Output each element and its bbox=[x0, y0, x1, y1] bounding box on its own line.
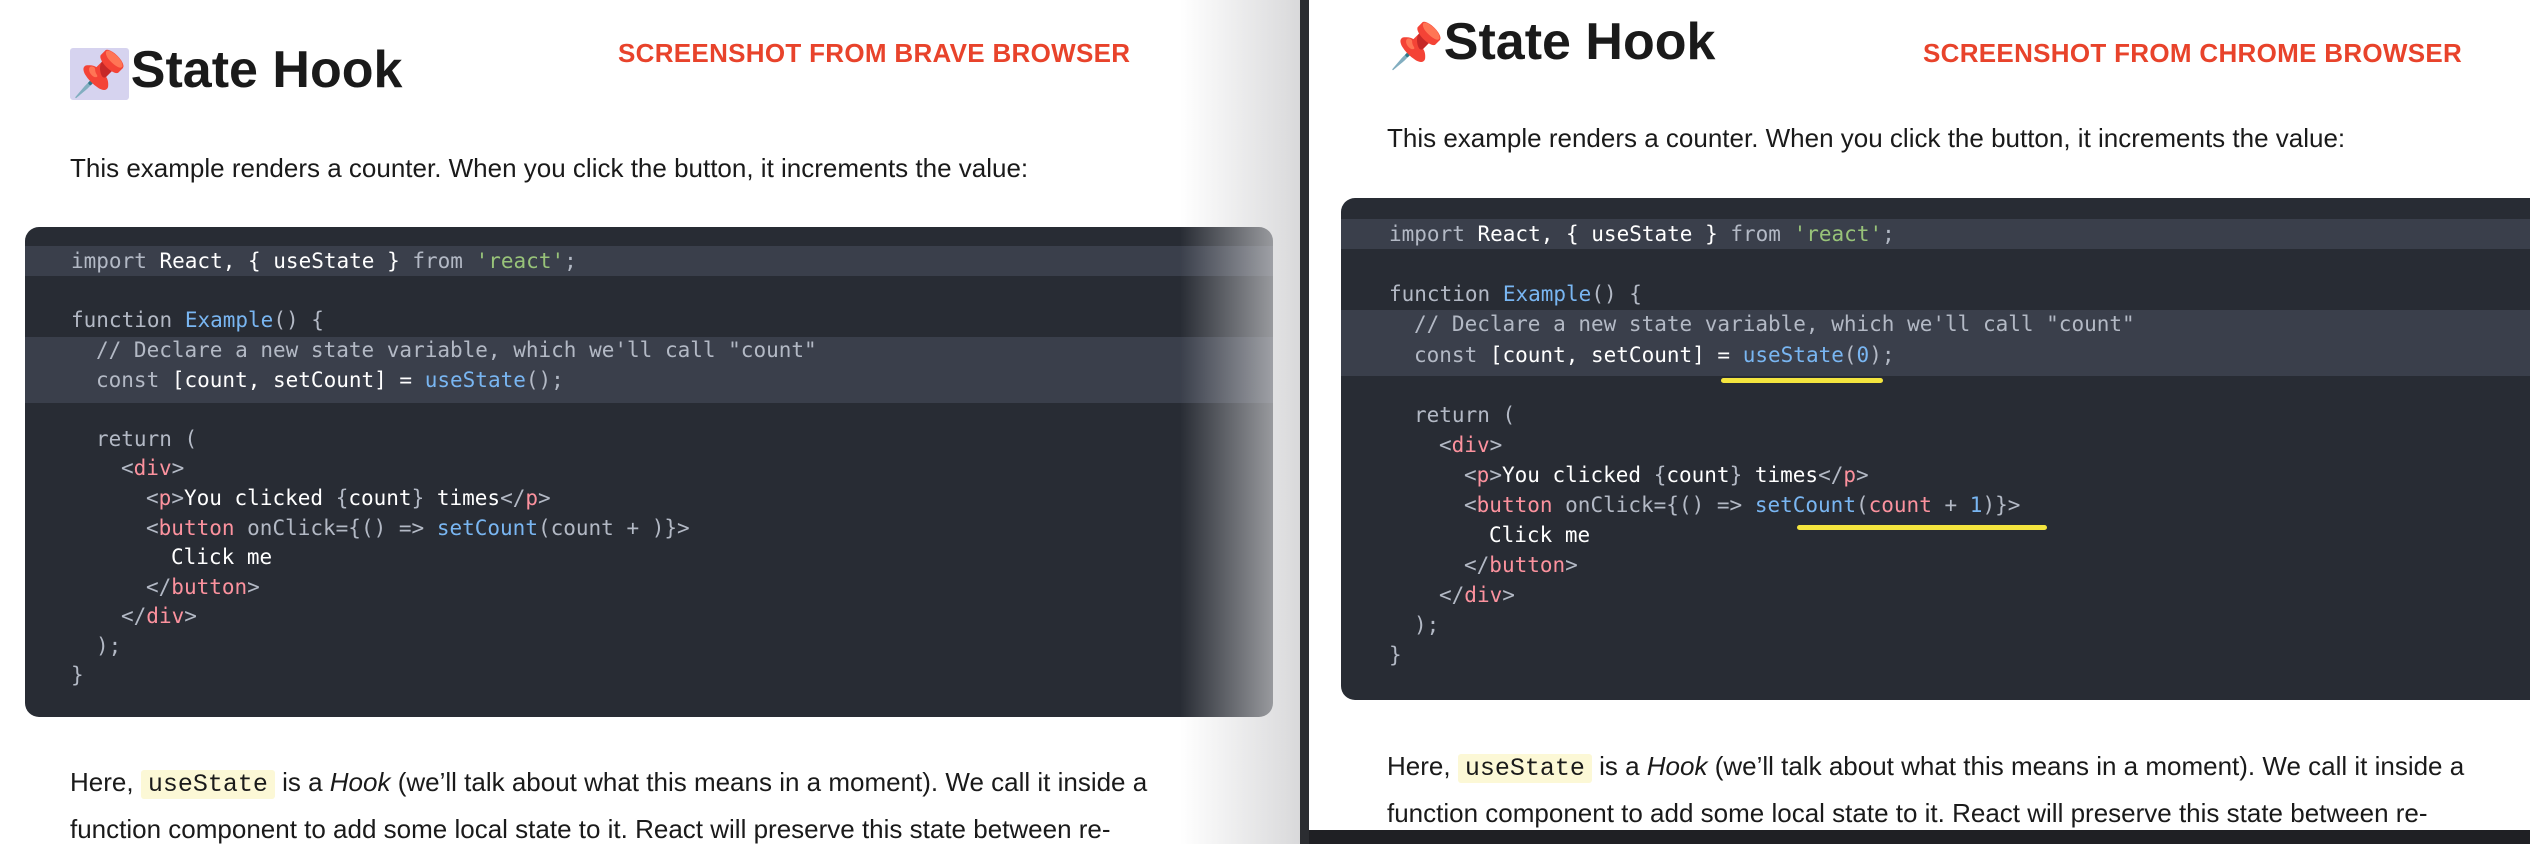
code-line-7: <p>You clicked {count} times</p> bbox=[146, 486, 551, 510]
pushpin-icon: 📌 bbox=[70, 48, 129, 100]
code-line-4: const [count, setCount] = useState(); bbox=[96, 368, 564, 392]
code-line-2: function Example() { bbox=[71, 308, 324, 332]
panel-divider bbox=[1300, 0, 1309, 844]
code-line-2: function Example() { bbox=[1389, 282, 1642, 306]
code-line-1: import React, { useState } from 'react'; bbox=[25, 246, 1273, 276]
edge-shadow bbox=[1180, 0, 1300, 844]
code-line-11: </div> bbox=[121, 604, 197, 628]
code-line-12: ); bbox=[1414, 613, 1440, 637]
page-title: 📌State Hook bbox=[1389, 12, 1715, 72]
page-title-text: State Hook bbox=[1443, 13, 1716, 71]
code-line-9: Click me bbox=[171, 545, 273, 569]
body-paragraph: Here, useState is a Hook (we’ll talk abo… bbox=[1387, 751, 2465, 828]
browser-caption: SCREENSHOT FROM BRAVE BROWSER bbox=[618, 38, 1131, 68]
code-line-8: <button onClick={() => setCount(count + … bbox=[1464, 493, 2021, 517]
code-line-10: </button> bbox=[146, 575, 260, 599]
code-line-6: <div> bbox=[121, 456, 185, 480]
pushpin-icon: 📌 bbox=[1389, 22, 1444, 71]
code-line-8: <button onClick={() => setCount(count + … bbox=[146, 516, 690, 540]
page-title: 📌State Hook bbox=[70, 40, 402, 100]
page-title-text: State Hook bbox=[130, 41, 403, 99]
code-line-10: </button> bbox=[1464, 553, 1578, 577]
code-line-11: </div> bbox=[1439, 583, 1515, 607]
code-line-7: <p>You clicked {count} times</p> bbox=[1464, 463, 1869, 487]
chrome-screenshot-panel: 📌State Hook SCREENSHOT FROM CHROME BROWS… bbox=[1309, 0, 2530, 844]
brave-screenshot-panel: 📌State Hook SCREENSHOT FROM BRAVE BROWSE… bbox=[0, 0, 1300, 844]
code-block: import React, { useState } from 'react';… bbox=[25, 227, 1273, 717]
code-line-9: Click me bbox=[1489, 523, 1591, 547]
code-line-6: <div> bbox=[1439, 433, 1503, 457]
code-line-13: } bbox=[1389, 643, 1402, 667]
inline-code: useState bbox=[140, 770, 275, 799]
code-line-5: return ( bbox=[96, 427, 198, 451]
code-line-1: import React, { useState } from 'react'; bbox=[1341, 219, 2530, 249]
inline-code: useState bbox=[1457, 754, 1592, 783]
body-paragraph: Here, useState is a Hook (we’ll talk abo… bbox=[70, 767, 1148, 844]
code-line-3: // Declare a new state variable, which w… bbox=[1414, 312, 2135, 336]
code-line-12: ); bbox=[96, 634, 122, 658]
intro-paragraph: This example renders a counter. When you… bbox=[70, 153, 1029, 183]
code-line-13: } bbox=[71, 663, 84, 687]
code-line-5: return ( bbox=[1414, 403, 1516, 427]
code-block: import React, { useState } from 'react';… bbox=[1341, 198, 2530, 700]
code-line-4: const [count, setCount] = useState(0); bbox=[1414, 343, 1895, 367]
window-bottom-edge bbox=[1309, 830, 2530, 844]
intro-paragraph: This example renders a counter. When you… bbox=[1387, 123, 2346, 153]
yellow-underline-usestate bbox=[1721, 378, 1883, 383]
code-line-3: // Declare a new state variable, which w… bbox=[96, 338, 817, 362]
browser-caption: SCREENSHOT FROM CHROME BROWSER bbox=[1923, 38, 2463, 68]
